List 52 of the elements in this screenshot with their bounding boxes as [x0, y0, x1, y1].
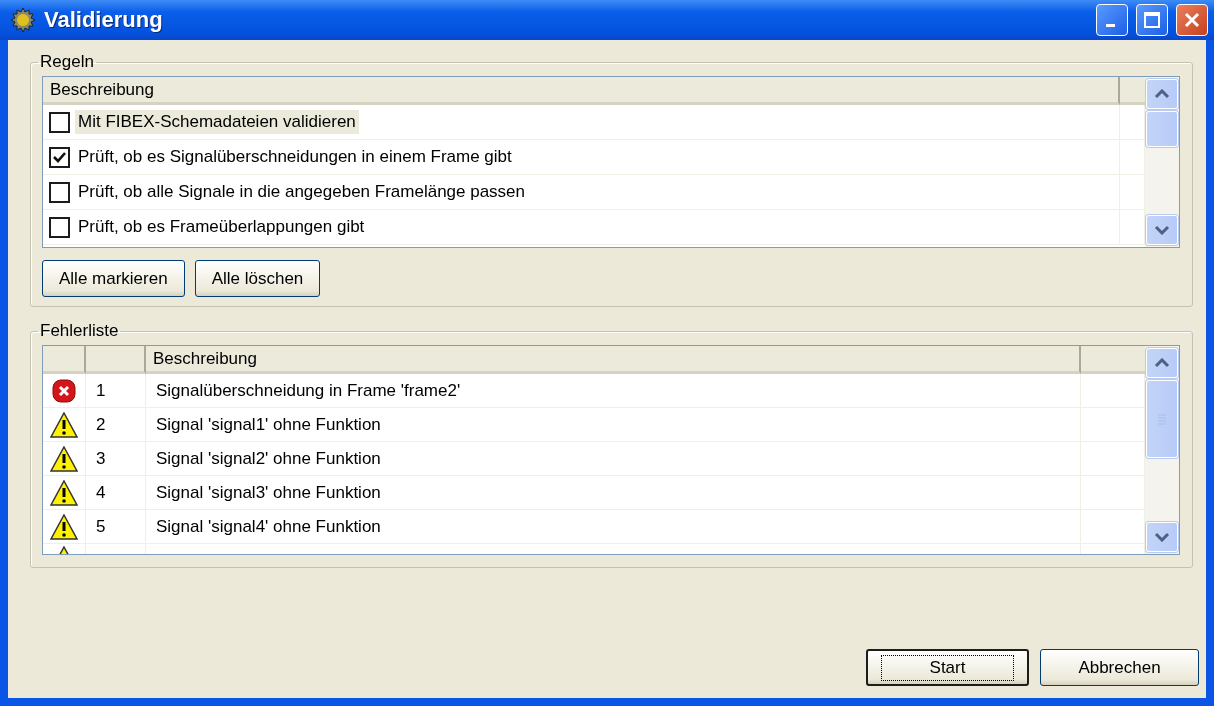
column-header[interactable]: Beschreibung — [43, 77, 1120, 105]
table-cell: Signalüberschneidung in Frame 'frame2' — [146, 374, 1081, 408]
table-cell: Signal 'signal1' ohne Funktion — [146, 408, 1081, 442]
group-title: Fehlerliste — [39, 321, 120, 341]
scroll-down-button[interactable] — [1146, 215, 1178, 245]
table-cell: 4 — [86, 476, 146, 510]
caret-up-icon — [1154, 89, 1170, 99]
table-cell: Signal 'signal2' ohne Funktion — [146, 442, 1081, 476]
scrollbar[interactable] — [1145, 346, 1179, 554]
clear-all-button[interactable]: Alle löschen — [194, 260, 321, 297]
warning-icon — [50, 411, 78, 438]
scroll-down-button[interactable] — [1146, 522, 1178, 552]
table-cell: 2 — [86, 408, 146, 442]
maximize-button[interactable] — [1136, 4, 1168, 36]
minimize-button[interactable] — [1096, 4, 1128, 36]
select-all-button[interactable]: Alle markieren — [42, 260, 185, 297]
caret-down-icon — [1154, 532, 1170, 542]
scrollbar[interactable] — [1145, 77, 1179, 247]
caret-up-icon — [1154, 358, 1170, 368]
table-cell: 3 — [86, 442, 146, 476]
error-icon — [52, 378, 76, 403]
cancel-button[interactable]: Abbrechen — [1040, 649, 1199, 686]
check-icon — [53, 150, 66, 164]
rule-label[interactable]: Prüft, ob alle Signale in die angegeben Framelänge passen — [75, 180, 529, 204]
minimize-icon — [1105, 23, 1115, 27]
maximize-icon — [1143, 11, 1161, 29]
scroll-thumb[interactable] — [1146, 380, 1178, 458]
warning-icon — [50, 479, 78, 506]
table-cell: 1 — [86, 374, 146, 408]
rule-label[interactable]: Prüft, ob es Signalüberschneidungen in einem Frame gibt — [75, 145, 515, 169]
window-title: Validierung — [44, 7, 164, 33]
close-icon — [1183, 11, 1201, 29]
table-cell: Signal 'signal4' ohne Funktion — [146, 510, 1081, 544]
start-button[interactable]: Start — [866, 649, 1029, 686]
caret-down-icon — [1154, 225, 1170, 235]
warning-icon — [50, 513, 78, 540]
close-button[interactable] — [1176, 4, 1208, 36]
checkbox[interactable] — [49, 216, 70, 238]
rule-label[interactable]: Mit FIBEX-Schemadateien validieren — [75, 110, 359, 134]
rule-label[interactable]: Prüft, ob es Frameüberlappungen gibt — [75, 215, 368, 239]
column-header[interactable]: Beschreibung — [146, 346, 1081, 374]
checkbox[interactable] — [49, 181, 70, 203]
group-title: Regeln — [39, 52, 95, 72]
checkbox[interactable] — [49, 146, 70, 168]
scroll-thumb[interactable] — [1146, 111, 1178, 147]
table-cell: Signal 'signal3' ohne Funktion — [146, 476, 1081, 510]
table-cell: 5 — [86, 510, 146, 544]
warning-icon — [50, 445, 78, 472]
gear-icon — [10, 7, 36, 33]
scroll-up-button[interactable] — [1146, 79, 1178, 109]
checkbox[interactable] — [49, 111, 70, 133]
scroll-up-button[interactable] — [1146, 348, 1178, 378]
